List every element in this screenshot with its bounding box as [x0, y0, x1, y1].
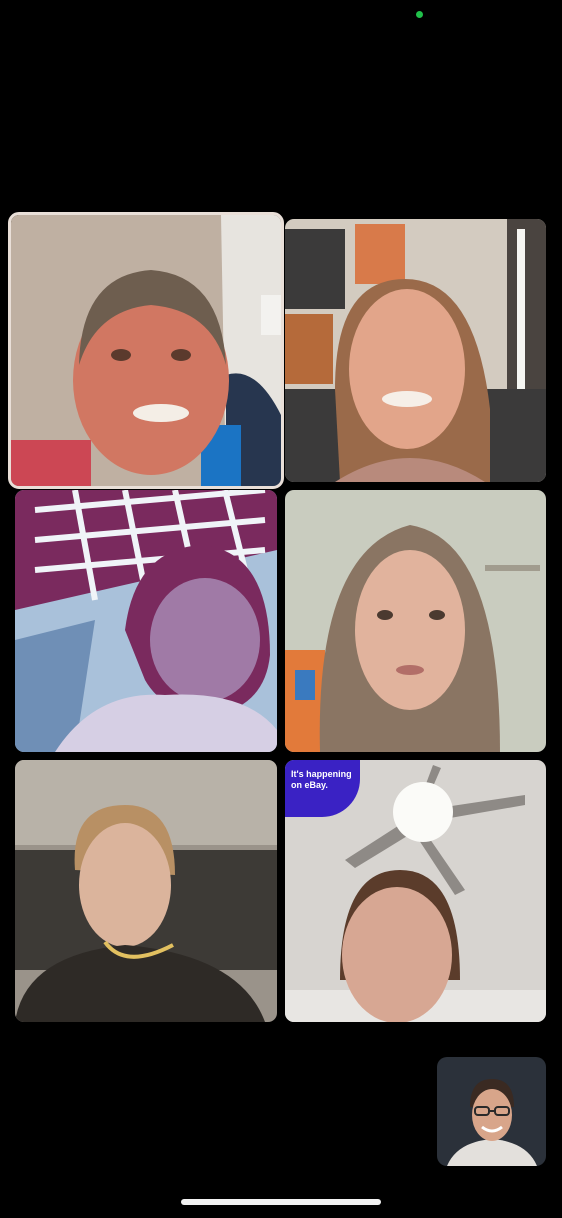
participant-tile-2[interactable] — [285, 219, 546, 482]
participant-tile-5[interactable] — [15, 760, 277, 1022]
participant-tile-6[interactable]: It's happening on eBay. — [285, 760, 546, 1022]
participant-video-3 — [15, 490, 277, 752]
camera-in-use-indicator — [416, 11, 423, 18]
participant-video-1 — [11, 215, 281, 486]
home-indicator[interactable] — [181, 1199, 381, 1205]
ad-line-2: on eBay. — [291, 780, 328, 790]
self-view-video — [437, 1057, 546, 1166]
self-view-tile[interactable] — [437, 1057, 546, 1166]
ad-line-1: It's happening — [291, 769, 352, 779]
participant-video-5 — [15, 760, 277, 1022]
participant-tile-4[interactable] — [285, 490, 546, 752]
participant-tile-1[interactable] — [8, 212, 284, 489]
participant-video-2 — [285, 219, 546, 482]
participant-video-4 — [285, 490, 546, 752]
participant-tile-3[interactable] — [15, 490, 277, 752]
